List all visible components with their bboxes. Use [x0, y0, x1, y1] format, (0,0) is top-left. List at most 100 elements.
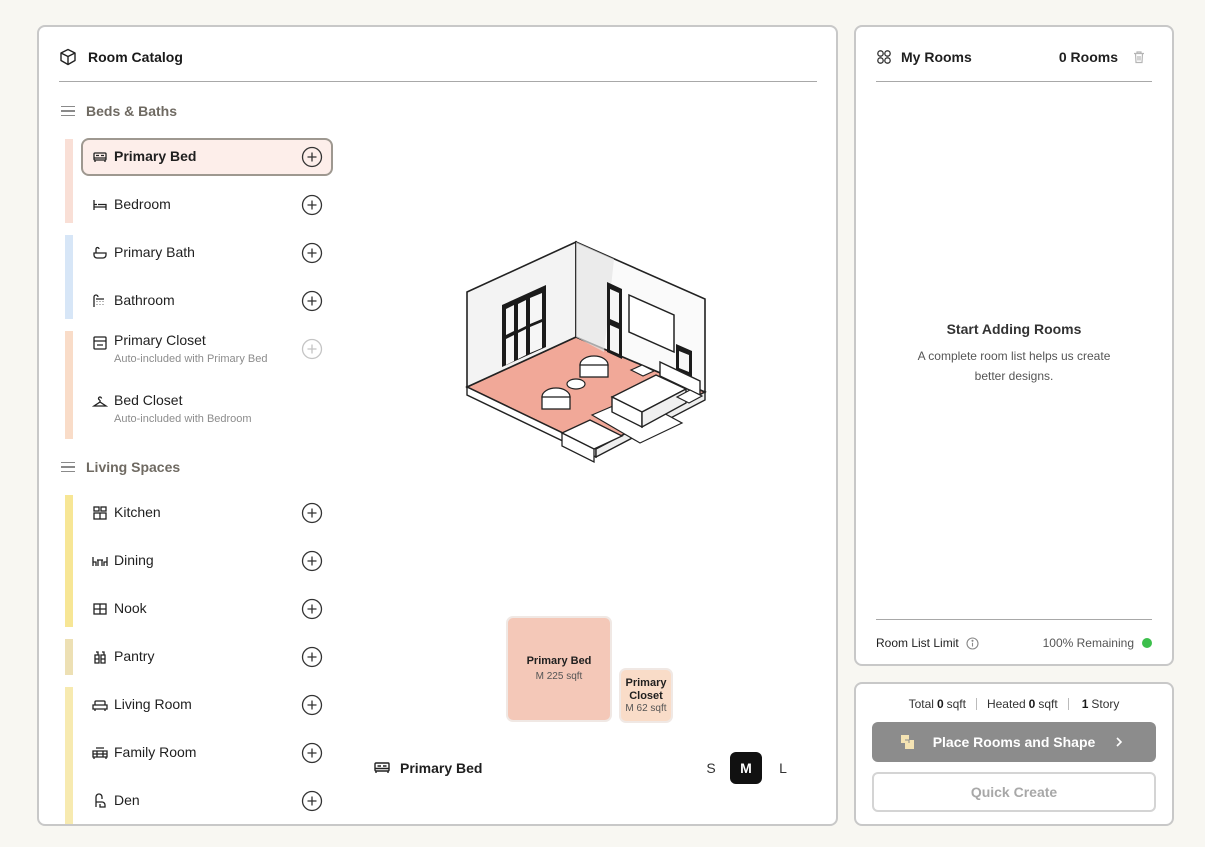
- add-icon[interactable]: [301, 550, 323, 572]
- room-item-primary-bath[interactable]: Primary Bath: [81, 234, 333, 272]
- bed-single-icon: [93, 200, 107, 210]
- tile-name: Primary Bed: [526, 655, 592, 667]
- room-item-bathroom[interactable]: Bathroom: [81, 282, 333, 320]
- limit-remaining: 100% Remaining: [1042, 636, 1134, 650]
- size-small-button[interactable]: S: [695, 752, 727, 784]
- category-bar-baths: [65, 235, 73, 319]
- total-value: 0: [936, 697, 944, 711]
- my-rooms-divider-top: [876, 81, 1152, 82]
- den-icon: [95, 793, 106, 808]
- category-bar-beds: [65, 139, 73, 223]
- selected-room-name: Primary Bed: [400, 760, 483, 776]
- place-rooms-button[interactable]: Place Rooms and Shape: [872, 722, 1156, 762]
- limit-label: Room List Limit: [876, 636, 959, 650]
- empty-state-title: Start Adding Rooms: [946, 321, 1082, 337]
- add-icon[interactable]: [301, 146, 323, 168]
- room-item-living-room[interactable]: Living Room: [81, 686, 333, 724]
- room-item-dining[interactable]: Dining: [81, 542, 333, 580]
- add-icon[interactable]: [301, 290, 323, 312]
- size-medium-button[interactable]: M: [730, 752, 762, 784]
- totals-row: Total 0 sqft Heated 0 sqft 1 Story: [856, 697, 1172, 711]
- room-item-kitchen[interactable]: Kitchen: [81, 494, 333, 532]
- bathtub-icon: [93, 246, 107, 259]
- room-label: Nook: [114, 600, 147, 616]
- section-living-spaces[interactable]: Living Spaces: [61, 457, 180, 477]
- rooms-shape-icon: [901, 735, 914, 749]
- story-label: Story: [1091, 697, 1120, 711]
- my-rooms-panel: My Rooms 0 Rooms Start Adding Rooms A co…: [854, 25, 1174, 666]
- room-label: Bathroom: [114, 292, 175, 308]
- section-beds-baths[interactable]: Beds & Baths: [61, 101, 177, 121]
- separator: [975, 698, 977, 710]
- catalog-header: Room Catalog: [59, 45, 183, 69]
- tile-size: M 225 sqft: [535, 671, 583, 682]
- add-icon[interactable]: [301, 742, 323, 764]
- cube-icon: [59, 47, 79, 67]
- room-tile-primary-closet[interactable]: Primary Closet M 62 sqft: [619, 668, 673, 723]
- separator: [1067, 698, 1069, 710]
- room-sublabel: Auto-included with Bedroom: [114, 413, 252, 425]
- room-item-pantry[interactable]: Pantry: [81, 638, 333, 676]
- shower-icon: [93, 294, 104, 307]
- room-item-den[interactable]: Den: [81, 782, 333, 820]
- room-label: Kitchen: [114, 504, 161, 520]
- heated-unit: sqft: [1038, 697, 1058, 711]
- my-rooms-header: My Rooms 0 Rooms: [876, 45, 1152, 69]
- list-icon: [61, 461, 75, 473]
- room-item-nook[interactable]: Nook: [81, 590, 333, 628]
- add-icon[interactable]: [301, 646, 323, 668]
- add-icon[interactable]: [301, 598, 323, 620]
- room-item-primary-closet[interactable]: Primary Closet Auto-included with Primar…: [81, 330, 333, 374]
- category-bar-pantry: [65, 639, 73, 675]
- selected-room: Primary Bed: [373, 760, 482, 776]
- room-label: Dining: [114, 552, 154, 568]
- dining-icon: [92, 557, 108, 566]
- room-label: Primary Closet: [114, 332, 206, 348]
- pantry-icon: [94, 651, 106, 664]
- room-label: Bedroom: [114, 196, 171, 212]
- room-tile-primary-bed[interactable]: Primary Bed M 225 sqft: [506, 616, 612, 722]
- list-icon: [61, 105, 75, 117]
- catalog-title: Room Catalog: [88, 49, 183, 65]
- size-large-button[interactable]: L: [767, 752, 799, 784]
- empty-state-description: A complete room list helps us create bet…: [917, 349, 1111, 383]
- room-label: Bed Closet: [114, 392, 183, 408]
- place-rooms-label: Place Rooms and Shape: [932, 734, 1096, 750]
- status-dot: [1142, 638, 1152, 648]
- heated-value: 0: [1028, 697, 1036, 711]
- room-list-limit: Room List Limit 100% Remaining: [876, 634, 1152, 652]
- story-value: 1: [1081, 697, 1089, 711]
- sofa-icon: [92, 700, 108, 711]
- section-label: Beds & Baths: [86, 103, 178, 119]
- total-unit: sqft: [946, 697, 966, 711]
- room-item-family-room[interactable]: Family Room: [81, 734, 333, 772]
- room-label: Den: [114, 792, 140, 808]
- info-icon[interactable]: [966, 636, 979, 650]
- catalog-divider: [59, 81, 817, 82]
- heated-label: Heated: [986, 697, 1026, 711]
- room-item-bed-closet[interactable]: Bed Closet Auto-included with Bedroom: [81, 390, 333, 434]
- my-rooms-title: My Rooms: [901, 49, 972, 65]
- add-icon[interactable]: [301, 194, 323, 216]
- category-bar-closets: [65, 331, 73, 439]
- room-label: Living Room: [114, 696, 192, 712]
- trash-icon[interactable]: [1132, 50, 1146, 64]
- add-icon[interactable]: [301, 790, 323, 812]
- hanger-icon: [92, 396, 108, 407]
- section-label: Living Spaces: [86, 459, 181, 475]
- my-rooms-divider-bottom: [876, 619, 1152, 620]
- quick-create-button[interactable]: Quick Create: [872, 772, 1156, 812]
- tile-size: M 62 sqft: [625, 702, 667, 714]
- bed-icon: [374, 762, 390, 773]
- room-label: Primary Bath: [114, 244, 195, 260]
- add-icon[interactable]: [301, 502, 323, 524]
- kitchen-icon: [93, 506, 107, 520]
- tile-name: Primary Closet: [625, 676, 667, 702]
- add-icon[interactable]: [301, 694, 323, 716]
- room-label: Primary Bed: [114, 148, 197, 164]
- room-label: Family Room: [114, 744, 197, 760]
- add-icon[interactable]: [301, 242, 323, 264]
- room-item-bedroom[interactable]: Bedroom: [81, 186, 333, 224]
- room-item-primary-bed[interactable]: Primary Bed: [81, 138, 333, 176]
- actions-panel: Total 0 sqft Heated 0 sqft 1 Story Place…: [854, 682, 1174, 826]
